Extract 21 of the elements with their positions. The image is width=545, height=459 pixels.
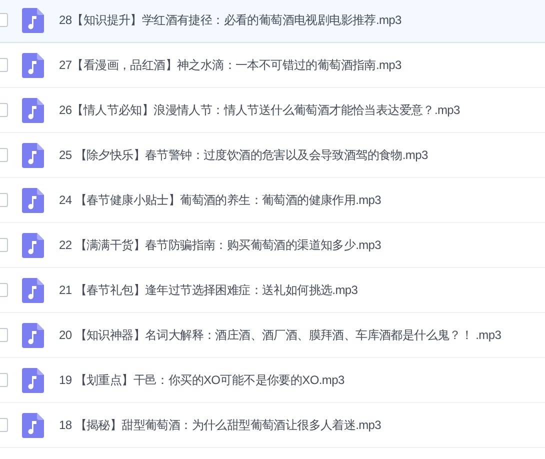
file-name: 21 【春节礼包】逢年过节选择困难症：送礼如何挑选.mp3 (59, 282, 358, 298)
music-file-icon (22, 412, 44, 438)
music-file-icon (22, 322, 44, 348)
file-name: 20 【知识神器】名词大解释：酒庄酒、酒厂酒、膜拜酒、车库酒都是什么鬼？！ .mp3 (59, 326, 502, 344)
music-file-icon (22, 368, 44, 392)
file-name: 28【知识提升】学红酒有捷径：必看的葡萄酒电视剧电影推荐.mp3 (59, 12, 402, 28)
music-file-icon (22, 8, 44, 32)
file-name: 18 【揭秘】甜型葡萄酒：为什么甜型葡萄酒让很多人着迷.mp3 (59, 416, 382, 434)
file-name: 26【情人节必知】浪漫情人节：情人节送什么葡萄酒才能恰当表达爱意？.mp3 (59, 102, 460, 118)
music-file-icon (22, 278, 44, 302)
file-row[interactable]: 28【知识提升】学红酒有捷径：必看的葡萄酒电视剧电影推荐.mp3 (0, 0, 545, 43)
file-name: 27【看漫画，品红酒】神之水滴：一本不可错过的葡萄酒指南.mp3 (59, 56, 402, 74)
file-name: 19 【划重点】干邑：你买的XO可能不是你要的XO.mp3 (59, 372, 344, 388)
music-file-icon (22, 98, 44, 122)
file-name: 22 【满满干货】春节防骗指南：购买葡萄酒的渠道知多少.mp3 (59, 236, 382, 254)
music-file-icon (22, 142, 44, 168)
file-name: 25 【除夕快乐】春节警钟：过度饮酒的危害以及会导致酒驾的食物.mp3 (59, 146, 428, 164)
music-file-icon (22, 188, 44, 212)
music-file-icon (22, 52, 44, 78)
music-file-icon (22, 232, 44, 258)
file-name: 24 【春节健康小贴士】葡萄酒的养生：葡萄酒的健康作用.mp3 (59, 192, 382, 208)
